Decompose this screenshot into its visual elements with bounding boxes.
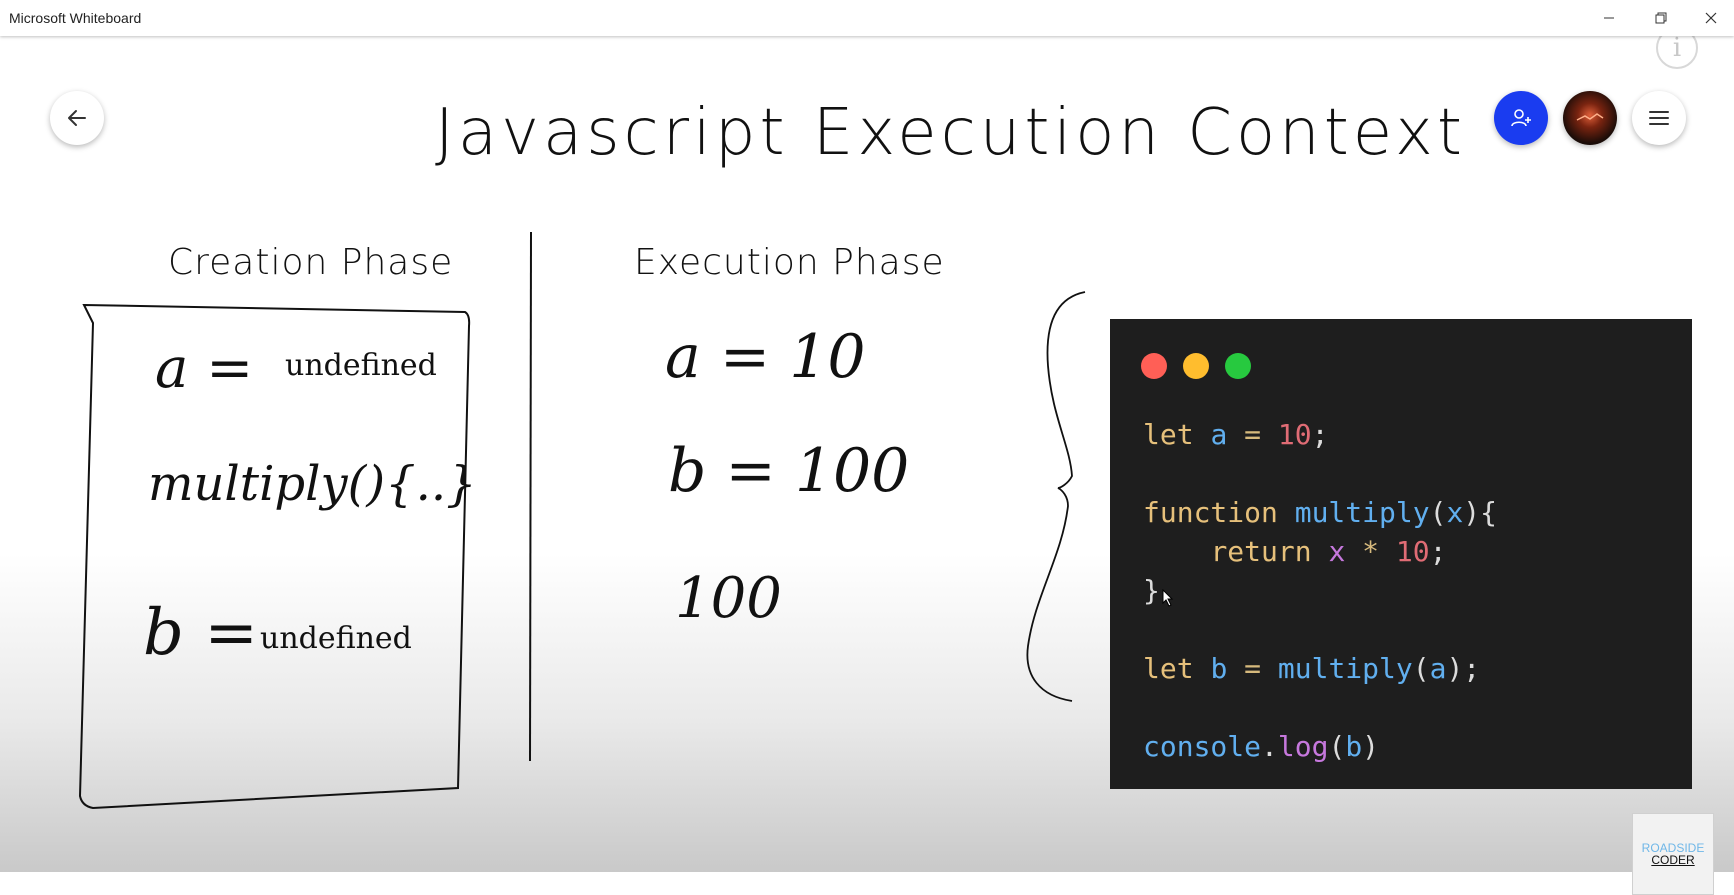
restore-icon (1655, 12, 1667, 24)
mouse-cursor-icon (1162, 589, 1174, 607)
logo-line2: CODER (1651, 853, 1695, 867)
code-token: * (1362, 535, 1380, 568)
window-dot-green (1225, 353, 1251, 379)
creation-b-value: undefined (260, 621, 412, 656)
close-icon (1705, 12, 1717, 24)
code-token: 10 (1395, 535, 1430, 568)
app-title: Microsoft Whiteboard (9, 10, 142, 26)
code-block: let a = 10; function multiply(x){ return… (1143, 415, 1497, 766)
execution-a-line: a = 10 (665, 322, 866, 392)
code-line: function multiply(x){ (1143, 496, 1497, 529)
window-dot-yellow (1183, 353, 1209, 379)
code-token: 10 (1277, 418, 1312, 451)
code-line: } (1143, 574, 1160, 607)
restore-button[interactable] (1638, 0, 1684, 36)
code-token: ( (1328, 730, 1346, 763)
execution-b-line: b = 100 (668, 436, 910, 506)
code-token: = (1244, 652, 1262, 685)
code-token: ); (1446, 652, 1481, 685)
code-token: ){ (1463, 496, 1498, 529)
window-dot-red (1141, 353, 1167, 379)
code-token: b (1345, 730, 1363, 763)
code-token: log (1277, 730, 1329, 763)
code-token: b (1210, 652, 1228, 685)
divider-line (529, 231, 532, 762)
code-token: let (1143, 652, 1194, 685)
code-token: ( (1429, 496, 1447, 529)
code-token: . (1261, 730, 1278, 763)
code-token: let (1143, 418, 1194, 451)
code-token: a (1210, 418, 1228, 451)
code-token: ; (1429, 535, 1447, 568)
whiteboard-canvas[interactable]: i Javascript Execution Context Creation … (0, 27, 1734, 895)
code-token: multiply (1277, 652, 1413, 685)
creation-b-expr: b = (143, 596, 258, 670)
code-token: ; (1311, 418, 1329, 451)
creation-multiply: multiply(){..} (148, 456, 477, 512)
minimize-button[interactable] (1586, 0, 1632, 36)
code-token: console (1143, 730, 1262, 763)
code-line: let a = 10; (1143, 418, 1328, 451)
minimize-icon (1604, 17, 1614, 19)
code-line: return x * 10; (1143, 535, 1446, 568)
channel-logo: ROADSIDE CODER (1632, 813, 1714, 895)
code-token: ( (1412, 652, 1430, 685)
creation-a-expr: a = (155, 336, 254, 401)
code-token: x (1446, 496, 1464, 529)
code-token: x (1328, 535, 1346, 568)
code-token: return (1210, 535, 1312, 568)
code-snippet-panel[interactable]: let a = 10; function multiply(x){ return… (1110, 319, 1692, 789)
window-titlebar: Microsoft Whiteboard (0, 0, 1734, 36)
curly-brace (1026, 291, 1086, 702)
code-token: } (1143, 574, 1160, 607)
code-line: let b = multiply(a); (1143, 652, 1480, 685)
creation-a-value: undefined (285, 348, 437, 383)
code-token: ) (1362, 730, 1380, 763)
code-token: multiply (1294, 496, 1430, 529)
code-token: = (1244, 418, 1262, 451)
code-token: function (1143, 496, 1278, 529)
close-button[interactable] (1688, 0, 1734, 36)
code-line: console.log(b) (1143, 730, 1379, 763)
code-token: a (1429, 652, 1447, 685)
execution-output: 100 (675, 566, 782, 631)
